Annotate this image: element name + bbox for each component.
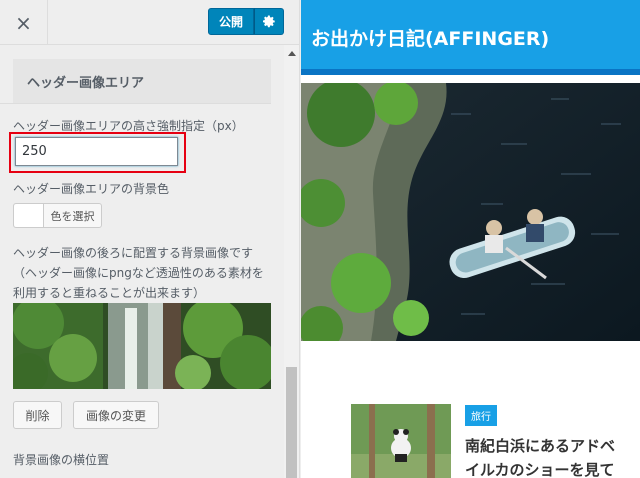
scrollbar-thumb[interactable] bbox=[286, 367, 297, 478]
horizontal-position-label: 背景画像の横位置 bbox=[13, 453, 110, 467]
site-title[interactable]: お出かけ日記(AFFINGER) bbox=[311, 24, 549, 51]
customizer-header: × 公開 bbox=[0, 0, 299, 45]
color-picker-button[interactable]: 色を選択 bbox=[13, 203, 102, 228]
header-image bbox=[301, 83, 640, 341]
publish-group: 公開 bbox=[208, 8, 284, 36]
close-icon: × bbox=[15, 10, 32, 35]
color-picker-label: 色を選択 bbox=[50, 209, 95, 223]
publish-button[interactable]: 公開 bbox=[208, 8, 254, 35]
controls-scroll-area: ヘッダー画像エリア ヘッダー画像エリアの高さ強制指定（px） ヘッダー画像エリア… bbox=[0, 45, 299, 478]
customizer-panel: × 公開 ヘッダー画像エリア ヘッダー画像エリアの高さ強制指定（px） ヘッダー… bbox=[0, 0, 300, 478]
change-image-button[interactable]: 画像の変更 bbox=[73, 401, 159, 429]
section-title: ヘッダー画像エリア bbox=[13, 59, 271, 103]
panel-scrollbar[interactable] bbox=[284, 45, 299, 478]
delete-button[interactable]: 削除 bbox=[13, 401, 62, 429]
scroll-up-arrow-icon[interactable] bbox=[288, 51, 296, 56]
post-title-continued[interactable]: イルカのショーを見て bbox=[465, 459, 615, 478]
post-thumbnail[interactable] bbox=[351, 404, 451, 478]
highlight-box bbox=[9, 132, 186, 173]
publish-settings-button[interactable] bbox=[254, 8, 284, 35]
color-swatch bbox=[14, 204, 44, 227]
section-divider bbox=[0, 103, 271, 104]
close-button[interactable]: × bbox=[0, 0, 48, 45]
site-preview: お出かけ日記(AFFINGER) 旅行 南紀白浜にあるアドベ イルカのショーを見… bbox=[301, 0, 640, 478]
post-category-badge[interactable]: 旅行 bbox=[465, 405, 497, 426]
bg-image-label: ヘッダー画像の後ろに配置する背景画像です（ヘッダー画像にpngなど透過性のある素… bbox=[13, 246, 264, 300]
gear-icon bbox=[262, 15, 275, 28]
site-header: お出かけ日記(AFFINGER) bbox=[301, 0, 640, 75]
post-title[interactable]: 南紀白浜にあるアドベ bbox=[465, 435, 615, 456]
background-image-preview bbox=[13, 303, 271, 389]
bg-color-label: ヘッダー画像エリアの背景色 bbox=[13, 182, 170, 196]
